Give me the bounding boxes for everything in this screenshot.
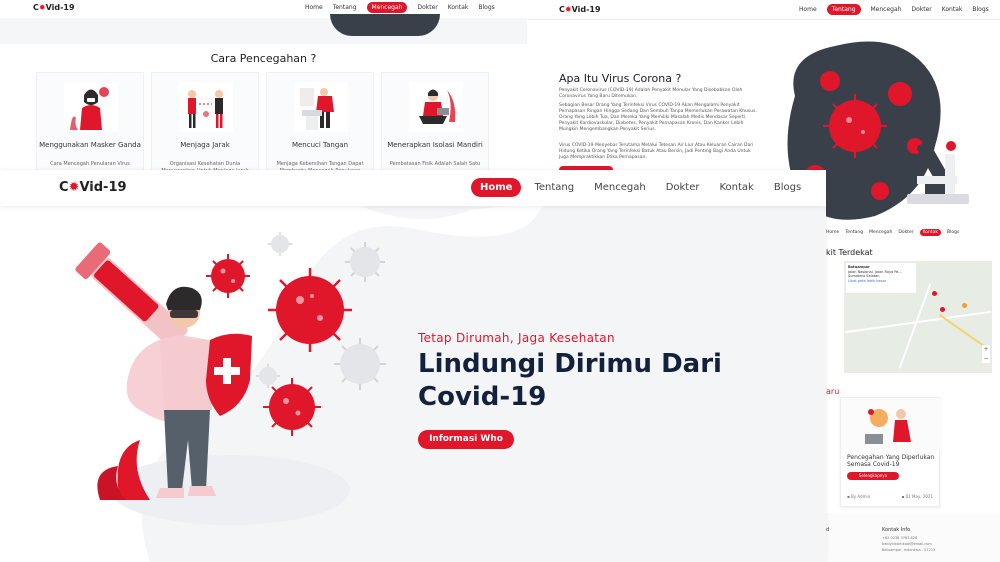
prevention-card[interactable]: Menjaga Jarak Organisasi Kesehatan Dunia… [151, 72, 259, 170]
site-logo[interactable]: C✹Vid-19 [59, 180, 127, 195]
card-title: Menjaga Jarak [180, 141, 230, 149]
prevention-card[interactable]: Menggunakan Masker Ganda Cara Mencegah P… [36, 72, 144, 170]
footer-address: Batuampar, Indonesia - 27213 [882, 548, 936, 552]
blog-author: ▪ By Admin [847, 494, 871, 499]
read-more-button[interactable]: Selengkapnya [847, 472, 899, 480]
map-pin-icon[interactable] [932, 291, 937, 296]
map-zoom-control[interactable]: + − [982, 345, 990, 363]
hero-headline: Lindungi Dirimu Dari Covid-19 [418, 349, 722, 412]
zoom-out-button[interactable]: − [982, 354, 990, 363]
dark-blob-shape [330, 14, 440, 36]
mask-illustration-icon [64, 82, 118, 132]
card-desc: Pembatasan Fisik Adalah Salah Satu [389, 161, 481, 167]
footer-email[interactable]: bebiyinkartikadi@email.com [882, 542, 932, 546]
card-title: Menggunakan Masker Ganda [39, 141, 141, 149]
nav-dokter[interactable]: Dokter [911, 6, 931, 13]
footer-phone: +62 0238 3765 828 [882, 536, 918, 540]
virus-icon [268, 268, 352, 352]
card-desc: Organisasi Kesehatan Dunia Menyarankan U… [161, 161, 248, 170]
footer-contact-title: Kontak Info [882, 527, 911, 533]
nav-dokter[interactable]: Dokter [898, 230, 913, 235]
nav-blogs[interactable]: Blogs [947, 230, 959, 235]
preview-contact-page: Home Tentang Mencegah Dokter Kontak Blog… [826, 225, 1000, 562]
map-section-title: kit Terdekat [826, 248, 873, 257]
nav-blogs[interactable]: Blogs [478, 4, 494, 11]
zoom-in-button[interactable]: + [982, 345, 990, 354]
nav-kontak[interactable]: Kontak [448, 4, 469, 11]
section-title: Cara Pencegahan ? [210, 52, 317, 65]
navbar: C✹Vid-19 Home Tentang Mencegah Dokter Ko… [527, 0, 1000, 20]
prevention-card[interactable]: Mencuci Tangan Menjaga Kebersihan Tangan… [266, 72, 374, 170]
handwash-illustration-icon [294, 82, 348, 132]
hero-tagline: Tetap Dirumah, Jaga Kesehatan [418, 331, 615, 345]
nav-links: Home Tentang Mencegah Dokter Kontak Blog… [799, 4, 989, 15]
map-larger-link[interactable]: Lihat peta lebih besar [848, 279, 914, 284]
navbar: C✹Vid-19 Home Tentang Mencegah Dokter Ko… [0, 170, 826, 206]
nav-kontak[interactable]: Kontak [712, 178, 760, 197]
nav-mencegah[interactable]: Mencegah [587, 178, 653, 197]
nav-mencegah[interactable]: Mencegah [871, 6, 902, 13]
prevention-section: Cara Pencegahan ? Menggunakan Masker Gan… [0, 44, 527, 170]
main-hero-page: C✹Vid-19 Home Tentang Mencegah Dokter Ko… [0, 170, 826, 562]
preview-prevention-page: C✹Vid-19 Home Tentang Mencegah Dokter Ko… [0, 0, 527, 170]
nav-kontak[interactable]: Kontak [942, 6, 963, 13]
nav-tentang[interactable]: Tentang [527, 178, 581, 197]
map-pin-icon[interactable] [940, 307, 945, 312]
screenshot-collage: C✹Vid-19 Home Tentang Mencegah Dokter Ko… [0, 0, 1000, 562]
nav-kontak[interactable]: Kontak [919, 228, 942, 236]
blog-post-title[interactable]: Pencegahan Yang Diperlukan Semasa Covid-… [847, 454, 937, 468]
embedded-map[interactable]: Batuampar Jalan Nasional, Jalan Raya Pa.… [844, 261, 992, 373]
distancing-illustration-icon [179, 82, 233, 132]
footer-left-heading: d [826, 527, 830, 533]
card-desc: Cara Mencegah Penularan Virus [50, 161, 130, 167]
footer: d Kontak Info +62 0238 3765 828 bebiyink… [826, 513, 1000, 562]
virus-icon: ✹ [564, 5, 572, 14]
nav-tentang[interactable]: Tentang [333, 4, 357, 11]
map-pin-icon[interactable] [962, 303, 967, 308]
blog-illustration-icon [841, 398, 941, 450]
nav-blogs[interactable]: Blogs [972, 6, 988, 13]
isolation-illustration-icon [409, 82, 463, 132]
blog-date: ▪ 01 May, 2021 [901, 494, 933, 499]
nav-home[interactable]: Home [826, 230, 839, 235]
nav-links: Home Tentang Mencegah Dokter Kontak Blog… [305, 2, 495, 13]
card-title: Mencuci Tangan [291, 141, 349, 149]
nav-tentang[interactable]: Tentang [826, 4, 861, 15]
nav-home[interactable]: Home [471, 178, 522, 197]
prevention-card[interactable]: Menerapkan Isolasi Mandiri Pembatasan Fi… [381, 72, 489, 170]
map-info-address: Jalan Nasional, Jalan Raya Pa... Sumater… [848, 269, 902, 279]
blog-meta: ▪ By Admin ▪ 01 May, 2021 [847, 494, 933, 499]
card-desc: Menjaga Kebersihan Tangan Dapat Membantu… [276, 161, 364, 170]
nav-home[interactable]: Home [305, 4, 323, 11]
nav-mencegah[interactable]: Mencegah [869, 230, 892, 235]
map-road [898, 283, 932, 369]
blog-card[interactable]: Pencegahan Yang Diperlukan Semasa Covid-… [840, 397, 941, 507]
nav-tentang[interactable]: Tentang [845, 230, 863, 235]
info-who-button[interactable]: Informasi Who [418, 430, 514, 449]
nav-mencegah[interactable]: Mencegah [366, 2, 408, 13]
card-title: Menerapkan Isolasi Mandiri [387, 141, 483, 149]
site-logo[interactable]: C✹Vid-19 [33, 3, 75, 12]
about-title: Apa Itu Virus Corona ? [559, 72, 682, 85]
navbar: Home Tentang Mencegah Dokter Kontak Blog… [826, 225, 1000, 239]
about-paragraph: Penyakit Coronavirus (COVID-19) Adalah P… [559, 88, 743, 99]
site-logo[interactable]: C✹Vid-19 [559, 5, 601, 14]
map-info-box: Batuampar Jalan Nasional, Jalan Raya Pa.… [846, 263, 916, 293]
blog-section-title: aru [826, 387, 840, 396]
hero-illustration-icon [75, 232, 386, 500]
nav-dokter[interactable]: Dokter [659, 178, 707, 197]
about-paragraph: Virus COVID-19 Menyebar Terutama Melalui… [559, 143, 754, 160]
virus-icon: ✹ [68, 180, 80, 195]
nav-home[interactable]: Home [799, 6, 817, 13]
navbar: C✹Vid-19 Home Tentang Mencegah Dokter Ko… [0, 0, 527, 18]
nav-links: Home Tentang Mencegah Dokter Kontak Blog… [471, 178, 814, 197]
nav-dokter[interactable]: Dokter [417, 4, 437, 11]
virus-icon: ✹ [38, 3, 46, 12]
about-paragraph: Sebagian Besar Orang Yang Terinfeksi Vir… [559, 103, 757, 132]
nav-blogs[interactable]: Blogs [767, 178, 808, 197]
